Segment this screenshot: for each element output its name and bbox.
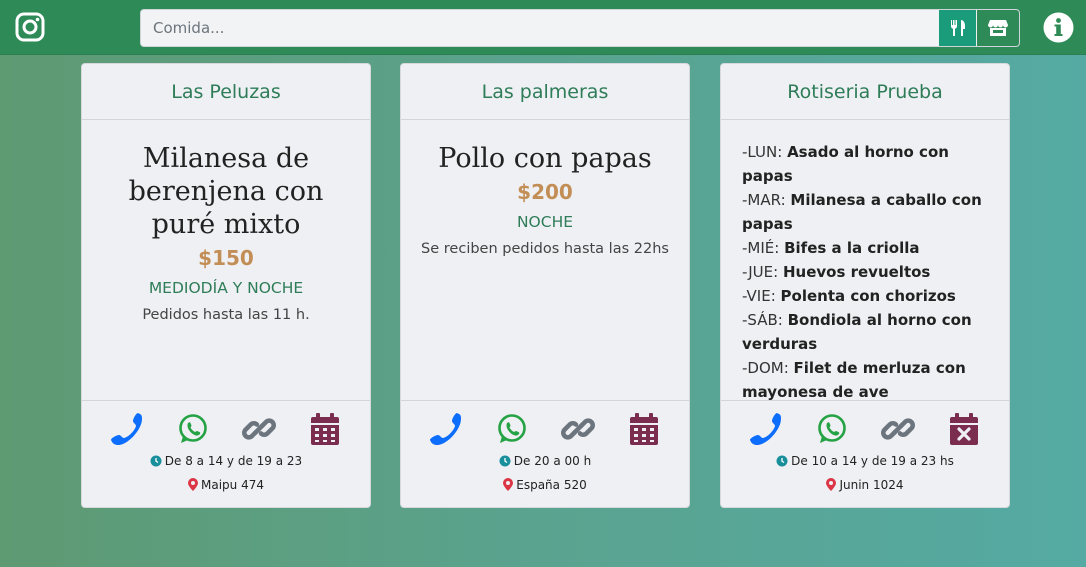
navbar [0,0,1086,55]
menu-item: papas [742,215,793,233]
clock-icon [150,455,162,467]
card-footer: De 10 a 14 y de 19 a 23 hs Junin 1024 [721,400,1009,508]
address-text: España 520 [516,478,587,492]
shift-label: MEDIODÍA Y NOCHE [148,279,304,297]
dish-price: $150 [198,246,254,270]
restaurant-card: Las palmeras Pollo con papas $200 NOCHE … [400,63,690,508]
phone-icon[interactable] [748,411,784,447]
menu-item: verduras [742,335,818,353]
address: España 520 [401,478,689,492]
link-icon[interactable] [241,411,277,447]
store-filter-button[interactable] [976,10,1019,46]
card-title: Rotiseria Prueba [721,64,1009,120]
dish-name: Pollo con papas [438,143,652,174]
link-icon[interactable] [560,411,596,447]
card-footer: De 20 a 00 h España 520 [401,400,689,508]
phone-icon[interactable] [109,411,145,447]
food-filter-button[interactable] [939,10,976,46]
hours-text: De 10 a 14 y de 19 a 23 hs [791,454,954,468]
clock-icon [776,455,788,467]
menu-item: -VIE: Polenta con chorizos [742,287,956,305]
instagram-icon[interactable] [15,12,45,42]
address-text: Maipu 474 [201,478,264,492]
address-text: Junin 1024 [839,478,904,492]
card-body: -LUN: Asado al horno con papas -MAR: Mil… [721,120,1009,401]
dish-name: Milanesa de berenjena con puré mixto [128,143,324,240]
address: Maipu 474 [82,478,370,492]
order-note: Se reciben pedidos hasta las 22hs [421,241,669,257]
phone-icon[interactable] [428,411,464,447]
clock-icon [499,455,511,467]
card-footer: De 8 a 14 y de 19 a 23 Maipu 474 [82,400,370,508]
search-input[interactable] [141,10,939,46]
menu-item: -MAR: Milanesa a caballo con [742,191,982,209]
opening-hours: De 20 a 00 h [401,454,689,468]
map-marker-icon [826,478,837,491]
link-icon[interactable] [880,411,916,447]
calendar-icon[interactable] [307,411,343,447]
card-title: Las Peluzas [82,64,370,120]
dish-price: $200 [517,180,573,204]
opening-hours: De 8 a 14 y de 19 a 23 [82,454,370,468]
menu-item: -SÁB: Bondiola al horno con [742,311,972,329]
opening-hours: De 10 a 14 y de 19 a 23 hs [721,454,1009,468]
calendar-icon[interactable] [626,411,662,447]
address: Junin 1024 [721,478,1009,492]
restaurant-card: Las Peluzas Milanesa de berenjena con pu… [81,63,371,508]
card-title: Las palmeras [401,64,689,120]
menu-item: -JUE: Huevos revueltos [742,263,931,281]
order-note: Pedidos hasta las 11 h. [142,307,310,323]
search-group [140,9,1020,47]
map-marker-icon [188,478,198,491]
whatsapp-icon[interactable] [175,411,211,447]
info-icon[interactable] [1043,12,1074,43]
whatsapp-icon[interactable] [814,411,850,447]
whatsapp-icon[interactable] [494,411,530,447]
menu-item: -MIÉ: Bifes a la criolla [742,239,920,257]
menu-item: -LUN: Asado al horno con papas [742,143,949,185]
card-body: Pollo con papas $200 NOCHE Se reciben pe… [401,120,689,401]
utensils-icon [950,20,965,36]
menu-item: -DOM: Filet de merluza con [742,359,966,377]
map-marker-icon [503,478,514,491]
store-icon [988,20,1008,36]
card-body: Milanesa de berenjena con puré mixto $15… [82,120,370,401]
calendar-x-icon[interactable] [946,411,982,447]
restaurant-card: Rotiseria Prueba -LUN: Asado al horno co… [720,63,1010,508]
hours-text: De 20 a 00 h [513,454,592,468]
shift-label: NOCHE [516,213,574,231]
hours-text: De 8 a 14 y de 19 a 23 [164,454,303,468]
weekly-menu: -LUN: Asado al horno con papas -MAR: Mil… [739,120,991,404]
